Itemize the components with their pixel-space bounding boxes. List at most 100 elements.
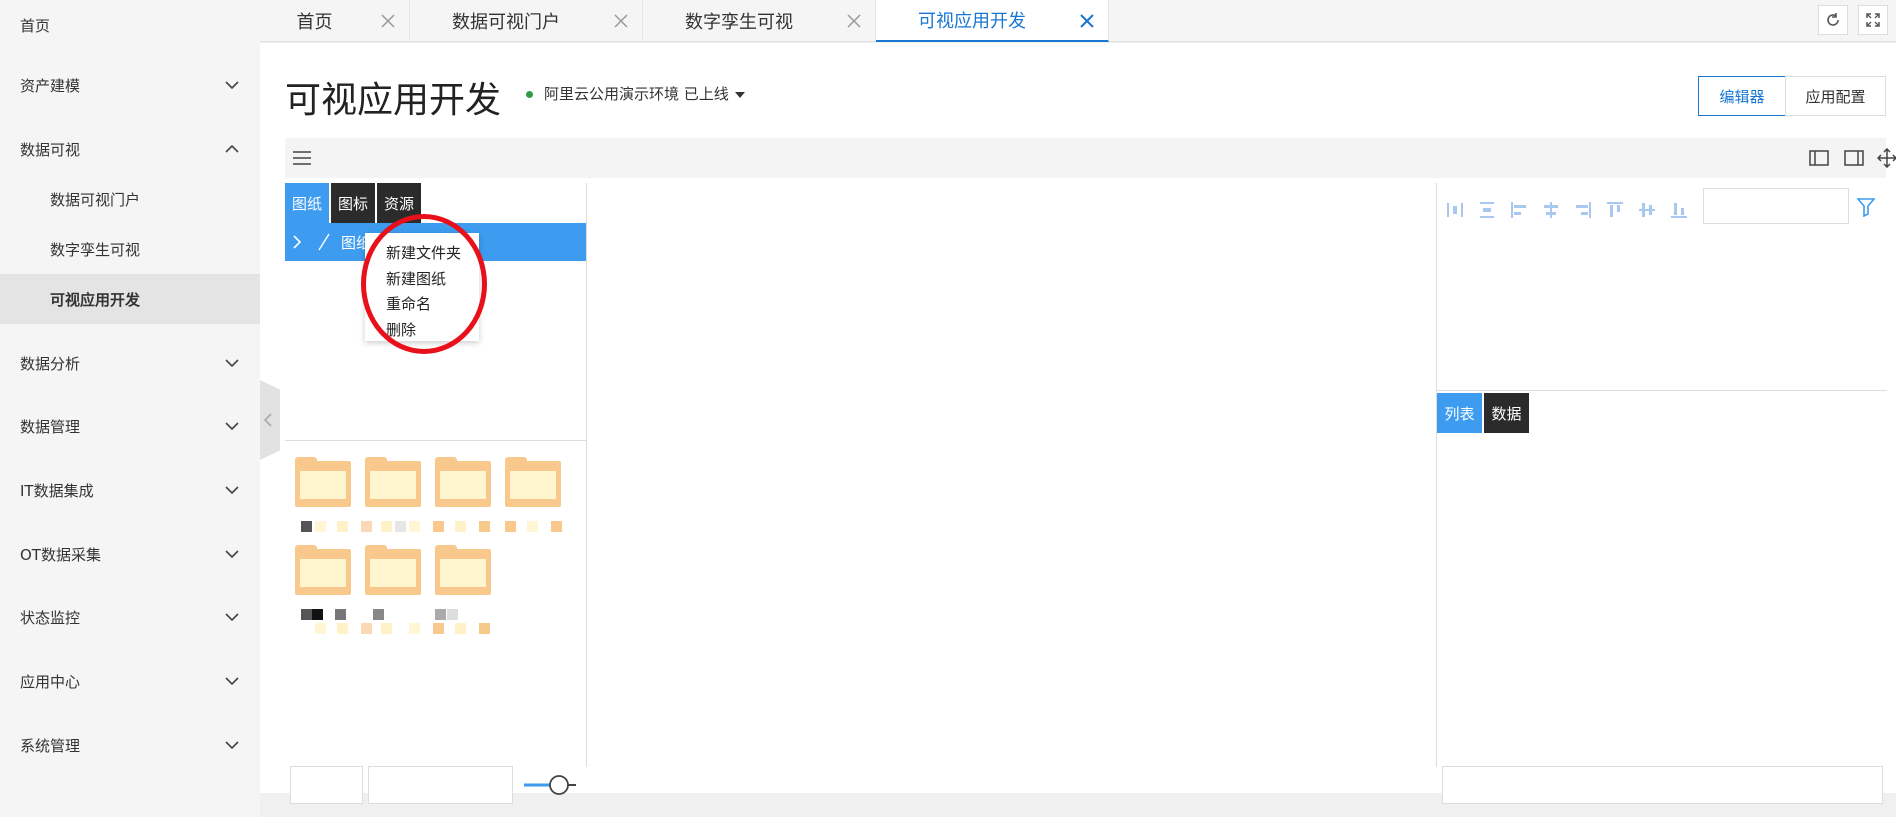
sidebar-item-data-visual[interactable]: 数据可视 xyxy=(0,124,260,174)
panel-divider xyxy=(1437,390,1887,391)
page-title: 可视应用开发 xyxy=(285,80,502,121)
sidebar-item-label: 数据可视门户 xyxy=(50,190,141,209)
align-left-icon[interactable] xyxy=(1509,200,1529,220)
tab-bar: 首页 数据可视门户 数字孪生可视 可视应用开发 xyxy=(260,0,1896,42)
folder-label-pixel xyxy=(505,521,516,532)
close-icon[interactable] xyxy=(379,12,397,30)
folder-item[interactable] xyxy=(365,457,421,507)
folder-item[interactable] xyxy=(295,457,351,507)
folder-label-pixel xyxy=(447,609,458,620)
close-icon[interactable] xyxy=(1078,12,1096,30)
caret-down-icon[interactable] xyxy=(735,92,745,98)
tab-visual-app-dev[interactable]: 可视应用开发 xyxy=(876,0,1109,42)
tab-data[interactable]: 数据 xyxy=(1484,393,1529,433)
tab-label: 可视应用开发 xyxy=(918,11,1026,32)
align-middle-v-icon[interactable] xyxy=(1637,200,1657,220)
refresh-button[interactable] xyxy=(1818,5,1848,35)
sidebar-item-ot-collection[interactable]: OT数据采集 xyxy=(0,529,260,579)
editor-toolbar xyxy=(285,138,1896,178)
page-size-input[interactable] xyxy=(290,766,363,804)
align-top-icon[interactable] xyxy=(1605,200,1625,220)
sidebar-item-data-analysis[interactable]: 数据分析 xyxy=(0,338,260,388)
chevron-down-icon xyxy=(225,613,239,622)
close-icon[interactable] xyxy=(845,12,863,30)
move-icon[interactable] xyxy=(1877,148,1896,168)
tab-label: 数字孪生可视 xyxy=(685,12,793,33)
sidebar-item-label: 数据可视 xyxy=(20,140,81,159)
folder-item[interactable] xyxy=(295,545,351,595)
folder-label-pixel xyxy=(335,609,346,620)
menu-item-rename[interactable]: 重命名 xyxy=(386,293,431,314)
sidebar-item-digital-twin[interactable]: 数字孪生可视 xyxy=(0,224,260,274)
folder-label-pixel xyxy=(361,623,372,634)
sidebar-item-label: 应用中心 xyxy=(20,672,81,691)
folder-item[interactable] xyxy=(505,457,561,507)
sidebar-item-status-monitor[interactable]: 状态监控 xyxy=(0,592,260,642)
tab-resources[interactable]: 资源 xyxy=(377,183,421,223)
chevron-down-icon xyxy=(225,741,239,750)
folder-label-pixel xyxy=(455,521,466,532)
environment-selector[interactable]: 阿里云公用演示环境 已上线 xyxy=(544,83,729,104)
tab-digital-twin[interactable]: 数字孪生可视 xyxy=(643,0,876,42)
menu-item-new-folder[interactable]: 新建文件夹 xyxy=(386,242,461,263)
chevron-left-icon xyxy=(263,413,272,427)
right-panel: 列表 数据 xyxy=(1436,183,1887,804)
sidebar-item-app-center[interactable]: 应用中心 xyxy=(0,656,260,706)
sidebar-item-label: 首页 xyxy=(20,16,51,35)
tab-home[interactable]: 首页 xyxy=(260,0,410,42)
folder-label-pixel xyxy=(381,521,392,532)
sidebar-item-system-management[interactable]: 系统管理 xyxy=(0,720,260,770)
left-panel-toggle-icon[interactable] xyxy=(1809,150,1829,166)
tab-drawings[interactable]: 图纸 xyxy=(285,183,329,223)
folder-label-pixel xyxy=(409,623,420,634)
folder-label-pixel xyxy=(361,521,372,532)
panel-divider xyxy=(285,440,586,441)
folder-item[interactable] xyxy=(435,457,491,507)
tab-icons[interactable]: 图标 xyxy=(331,183,375,223)
folder-label-pixel xyxy=(315,521,326,532)
editor-button[interactable]: 编辑器 xyxy=(1698,76,1786,116)
align-distribute-v-icon[interactable] xyxy=(1477,200,1497,220)
align-distribute-h-icon[interactable] xyxy=(1445,200,1465,220)
tab-label: 数据可视门户 xyxy=(452,12,560,33)
align-center-h-icon[interactable] xyxy=(1541,200,1561,220)
fullscreen-icon xyxy=(1866,13,1880,27)
folder-label-pixel xyxy=(527,521,538,532)
folder-label-pixel xyxy=(409,521,420,532)
sidebar-item-label: IT数据集成 xyxy=(20,481,94,500)
chevron-down-icon xyxy=(225,550,239,559)
search-input[interactable] xyxy=(1703,188,1849,224)
zoom-slider[interactable] xyxy=(522,773,578,797)
align-right-icon[interactable] xyxy=(1573,200,1593,220)
tab-visual-portal[interactable]: 数据可视门户 xyxy=(410,0,643,42)
folder-item[interactable] xyxy=(365,545,421,595)
fullscreen-button[interactable] xyxy=(1858,5,1888,35)
folder-label-pixel xyxy=(315,623,326,634)
filter-input[interactable] xyxy=(368,766,513,804)
sidebar-item-label: 数据分析 xyxy=(20,354,81,373)
chevron-right-icon[interactable] xyxy=(291,235,303,249)
sidebar-item-it-integration[interactable]: IT数据集成 xyxy=(0,465,260,515)
filter-icon[interactable] xyxy=(1857,197,1875,217)
app-config-button[interactable]: 应用配置 xyxy=(1785,76,1886,116)
tab-list[interactable]: 列表 xyxy=(1437,393,1482,433)
close-icon[interactable] xyxy=(612,12,630,30)
menu-item-new-drawing[interactable]: 新建图纸 xyxy=(386,268,446,289)
sidebar-item-label: 状态监控 xyxy=(20,608,81,627)
sidebar-item-label: 系统管理 xyxy=(20,736,81,755)
menu-item-delete[interactable]: 删除 xyxy=(386,319,416,340)
align-bottom-icon[interactable] xyxy=(1669,200,1689,220)
folder-label-pixel xyxy=(312,609,323,620)
slash-icon xyxy=(318,233,330,251)
sidebar-item-home[interactable]: 首页 xyxy=(0,0,260,50)
sidebar-item-visual-app-dev[interactable]: 可视应用开发 xyxy=(0,274,260,324)
right-panel-toggle-icon[interactable] xyxy=(1844,150,1864,166)
sidebar-item-asset-modeling[interactable]: 资产建模 xyxy=(0,60,260,110)
chevron-up-icon xyxy=(225,144,239,153)
folder-label-pixel xyxy=(381,623,392,634)
sidebar-item-data-management[interactable]: 数据管理 xyxy=(0,401,260,451)
folder-item[interactable] xyxy=(435,545,491,595)
menu-icon[interactable] xyxy=(293,150,311,166)
sidebar-item-visual-portal[interactable]: 数据可视门户 xyxy=(0,174,260,224)
property-input[interactable] xyxy=(1442,766,1883,804)
